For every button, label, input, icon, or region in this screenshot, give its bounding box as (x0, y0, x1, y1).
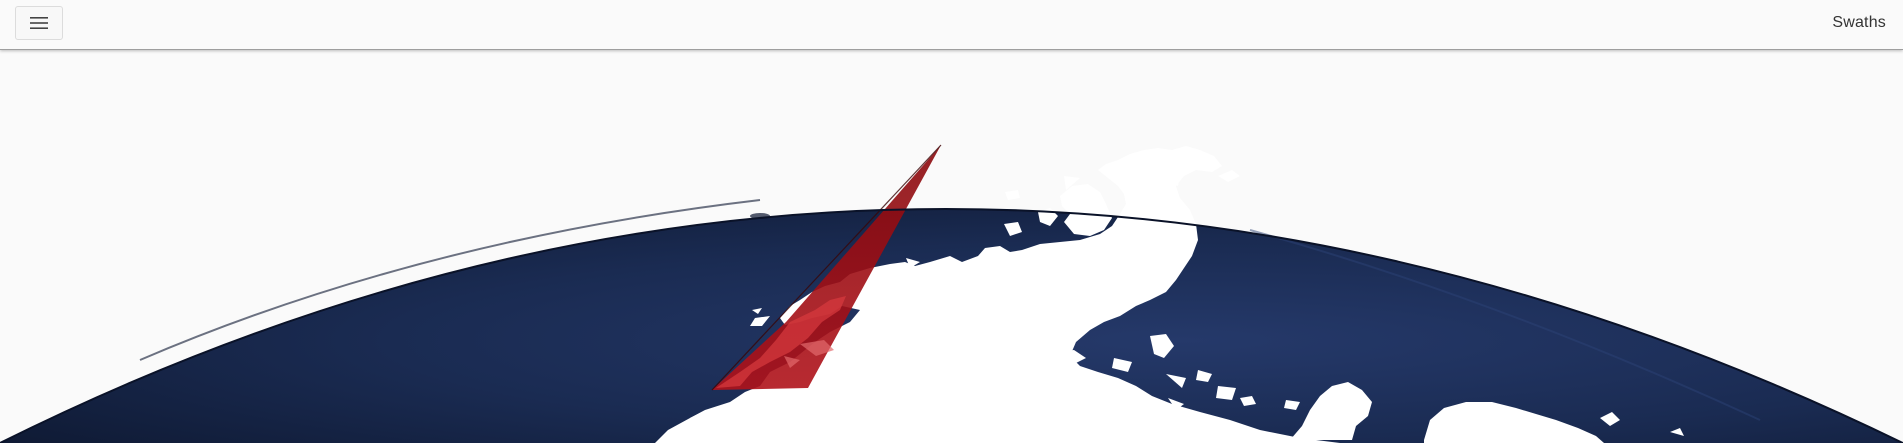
top-toolbar: Swaths (0, 0, 1903, 50)
globe-canvas[interactable] (0, 50, 1903, 443)
globe-map-view[interactable] (0, 50, 1903, 443)
hamburger-menu-icon (29, 16, 49, 30)
menu-button[interactable] (15, 6, 63, 40)
app-title: Swaths (1832, 14, 1886, 31)
